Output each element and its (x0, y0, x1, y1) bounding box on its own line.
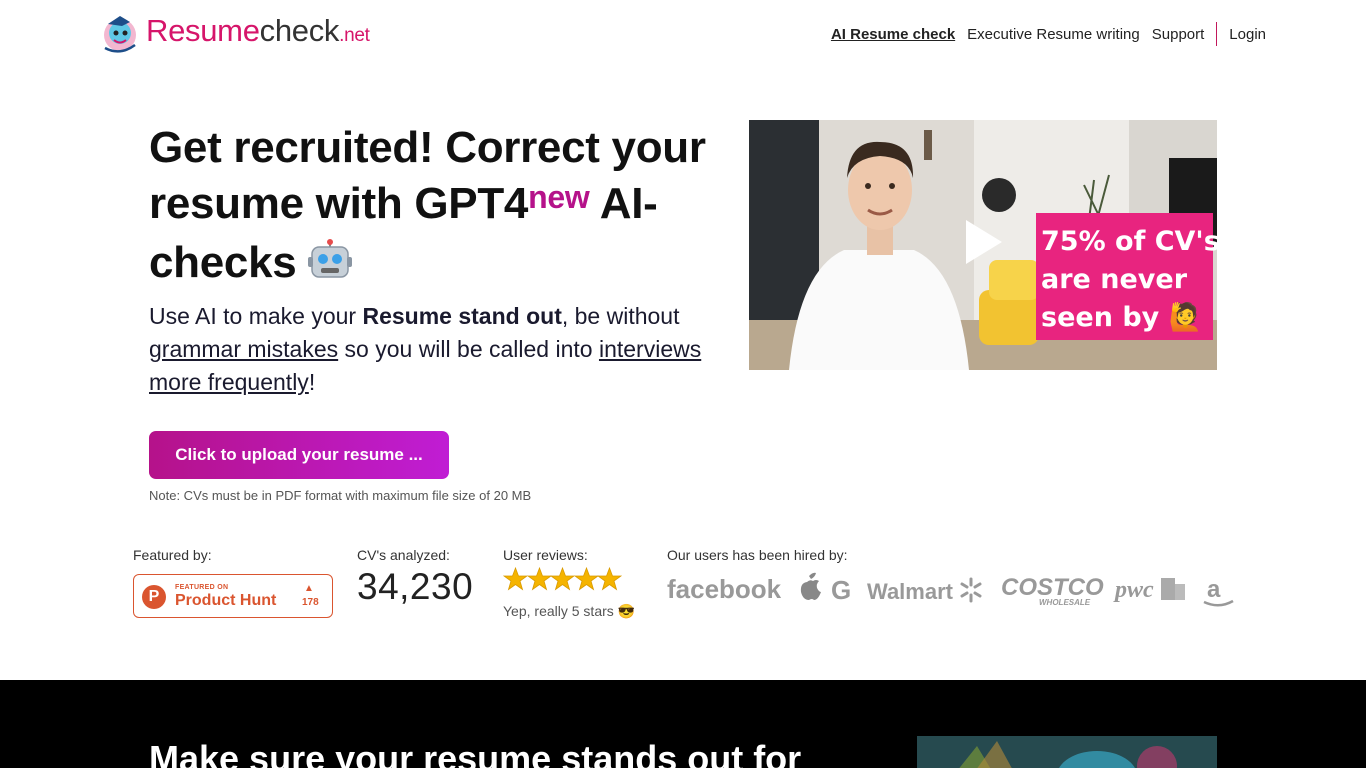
reviews-caption: Yep, really 5 stars 😎 (503, 603, 636, 619)
costco-logo: COSTCO (1001, 574, 1104, 601)
pwc-logo: pwc (1113, 577, 1154, 603)
upload-note: Note: CVs must be in PDF format with max… (149, 488, 532, 503)
star-icon (550, 567, 575, 591)
star-icon (597, 567, 622, 591)
video-overlay-line-2: are never (1041, 264, 1188, 295)
grammar-mistakes-link[interactable]: grammar mistakes (149, 336, 338, 362)
costco-wholesale-text: WHOLESALE (1039, 598, 1091, 607)
video-overlay-line-3: seen by 🙋 (1041, 301, 1202, 333)
star-icon (573, 567, 599, 591)
facebook-logo: facebook (667, 574, 782, 604)
nav-support[interactable]: Support (1152, 26, 1205, 43)
star-icon (526, 567, 552, 591)
walmart-spark-icon (960, 577, 982, 603)
hero-subheadline: Use AI to make your Resume stand out, be… (149, 303, 702, 395)
features-section-image (917, 736, 1217, 768)
upvote-arrow-icon: ▲ (304, 583, 314, 594)
product-hunt-badge[interactable]: P FEATURED ON Product Hunt ▲ 178 (133, 574, 333, 618)
featured-label: Featured by: (133, 547, 212, 563)
new-badge: new (528, 179, 590, 215)
cv-analyzed-label: CV's analyzed: (357, 547, 450, 563)
apple-logo-icon (800, 572, 821, 600)
site-logo[interactable]: Resumecheck.net (100, 12, 370, 54)
robot-logo-icon (104, 16, 136, 53)
amazon-logo: a (1207, 576, 1221, 603)
employer-logos: facebook G Walmart COSTCO WHOLESALE pwc … (667, 572, 1234, 607)
user-reviews-label: User reviews: (503, 547, 588, 563)
hired-by-label: Our users has been hired by: (667, 547, 848, 563)
hero-headline: Get recruited! Correct your resume with … (149, 123, 706, 287)
product-hunt-icon: P (142, 585, 166, 609)
rating-stars (503, 567, 622, 591)
walmart-logo: Walmart (867, 579, 954, 604)
robot-emoji-icon (308, 239, 353, 278)
cv-analyzed-count: 34,230 (357, 566, 474, 607)
star-icon (503, 567, 528, 591)
video-thumbnail: 75% of CV's are never seen by 🙋 (749, 120, 1217, 370)
upload-resume-button[interactable]: Click to upload your resume ... (149, 431, 449, 479)
features-section: Make sure your resume stands out for (0, 680, 1366, 768)
site-header: Resumecheck.net AI Resume check Executiv… (0, 0, 1366, 70)
main-nav: AI Resume check Executive Resume writing… (831, 22, 1266, 46)
site-logo-text: Resumecheck.net (146, 12, 370, 48)
nav-login[interactable]: Login (1229, 26, 1266, 43)
google-logo: G (831, 575, 851, 605)
nav-executive-resume-writing[interactable]: Executive Resume writing (967, 26, 1140, 43)
nav-ai-resume-check[interactable]: AI Resume check (831, 26, 955, 43)
nav-divider (1216, 22, 1218, 46)
intro-video[interactable]: 75% of CV's are never seen by 🙋 (749, 120, 1217, 370)
video-overlay-line-1: 75% of CV's (1041, 226, 1217, 257)
features-section-title: Make sure your resume stands out for (149, 738, 802, 768)
